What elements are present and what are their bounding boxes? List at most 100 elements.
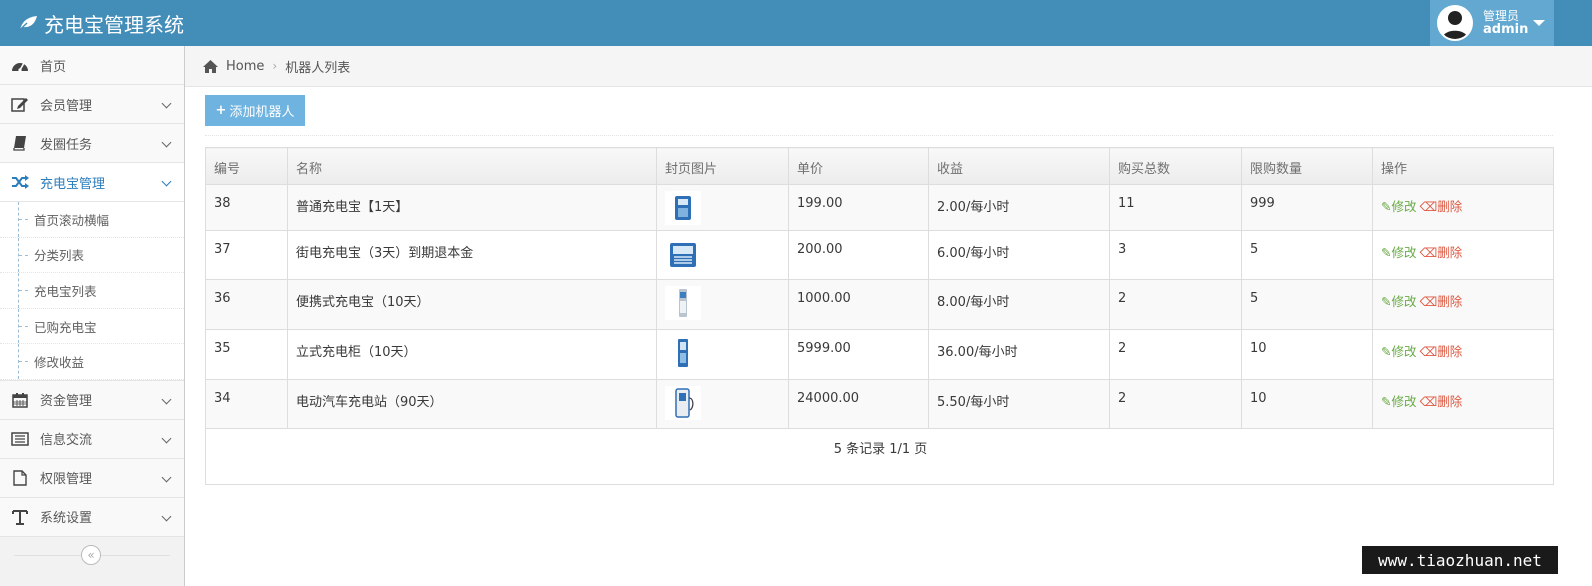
edit-link[interactable]: ✎修改: [1381, 245, 1417, 260]
cell-name: 街电充电宝（3天）到期退本金: [287, 230, 657, 280]
chevron-down-icon: [161, 137, 172, 148]
edit-icon: [10, 95, 30, 113]
sidebar-item-powerbank[interactable]: 充电宝管理: [0, 163, 184, 202]
trash-icon: ⌫: [1419, 294, 1438, 309]
add-robot-button[interactable]: + 添加机器人: [205, 95, 305, 126]
cell-income: 2.00/每小时: [928, 184, 1110, 231]
cell-cover: [656, 230, 789, 280]
table-row: 36 便携式充电宝（10天） 1000.00 8.00/每小时 2 5 ✎修改 ⌫…: [205, 279, 1554, 330]
robot-table: 编号 名称 封页图片 单价 收益 购买总数 限购数量 操作 38 普通充电宝【1…: [205, 147, 1554, 429]
column-header-total: 购买总数: [1109, 147, 1242, 185]
cell-income: 6.00/每小时: [928, 230, 1110, 280]
chevron-down-icon: [161, 433, 172, 444]
pencil-icon: ✎: [1381, 294, 1392, 309]
cell-total: 2: [1109, 329, 1242, 380]
chevron-right-icon: ›: [272, 59, 278, 73]
cell-actions: ✎修改 ⌫删除: [1372, 329, 1554, 380]
cell-actions: ✎修改 ⌫删除: [1372, 184, 1554, 231]
powerbank-thumbnail-image[interactable]: [665, 336, 701, 370]
plus-icon: +: [215, 103, 227, 118]
sidebar-item-label: 信息交流: [40, 433, 93, 449]
caret-down-icon[interactable]: [1533, 20, 1545, 26]
chevron-down-icon: [161, 511, 172, 522]
file-icon: [10, 469, 30, 487]
trash-icon: ⌫: [1419, 394, 1438, 409]
submenu-item-purchased[interactable]: 已购充电宝: [0, 308, 184, 345]
sidebar-item-funds[interactable]: 资金管理: [0, 380, 184, 420]
double-chevron-left-icon[interactable]: «: [81, 545, 101, 565]
cell-actions: ✎修改 ⌫删除: [1372, 379, 1554, 429]
sidebar-item-label: 首页: [40, 59, 67, 75]
cell-price: 5999.00: [788, 329, 929, 380]
trash-icon: ⌫: [1419, 245, 1438, 260]
table-row: 35 立式充电柜（10天） 5999.00 36.00/每小时 2 10 ✎修改…: [205, 329, 1554, 380]
edit-link[interactable]: ✎修改: [1381, 344, 1417, 359]
column-header-cover: 封页图片: [656, 147, 789, 185]
sidebar-item-messages[interactable]: 信息交流: [0, 419, 184, 459]
powerbank-thumbnail-image[interactable]: [665, 286, 701, 320]
calendar-icon: [10, 391, 30, 409]
pencil-icon: ✎: [1381, 245, 1392, 260]
breadcrumb-current: 机器人列表: [285, 60, 351, 76]
cell-name: 电动汽车充电站（90天）: [287, 379, 657, 429]
cell-cover: [656, 279, 789, 330]
cell-actions: ✎修改 ⌫删除: [1372, 230, 1554, 280]
text-icon: [10, 508, 30, 526]
delete-link[interactable]: ⌫删除: [1420, 344, 1463, 359]
powerbank-thumbnail-image[interactable]: [665, 237, 701, 271]
breadcrumb: Home › 机器人列表: [185, 46, 1592, 87]
cell-name: 普通充电宝【1天】: [287, 184, 657, 231]
user-menu[interactable]: 管理员 admin: [1430, 0, 1554, 46]
edit-link[interactable]: ✎修改: [1381, 394, 1417, 409]
sidebar-item-home[interactable]: 首页: [0, 46, 184, 85]
delete-link[interactable]: ⌫删除: [1420, 294, 1463, 309]
cell-income: 5.50/每小时: [928, 379, 1110, 429]
book-icon: [10, 134, 30, 152]
submenu-item-banner[interactable]: 首页滚动横幅: [0, 202, 184, 238]
sidebar-item-tasks[interactable]: 发圈任务: [0, 124, 184, 163]
cell-id: 34: [205, 379, 288, 429]
trash-icon: ⌫: [1419, 344, 1438, 359]
delete-link[interactable]: ⌫删除: [1420, 245, 1463, 260]
submenu-item-powerbank-list[interactable]: 充电宝列表: [0, 273, 184, 309]
chevron-down-icon: [161, 472, 172, 483]
cell-cover: [656, 329, 789, 380]
pencil-icon: ✎: [1381, 344, 1392, 359]
cell-price: 199.00: [788, 184, 929, 231]
edit-link[interactable]: ✎修改: [1381, 199, 1417, 214]
cell-income: 36.00/每小时: [928, 329, 1110, 380]
column-header-id: 编号: [205, 147, 288, 185]
submenu-item-categories[interactable]: 分类列表: [0, 237, 184, 274]
delete-link[interactable]: ⌫删除: [1420, 199, 1463, 214]
chevron-down-icon: [161, 98, 172, 109]
submenu-item-edit-income[interactable]: 修改收益: [0, 344, 184, 380]
edit-link[interactable]: ✎修改: [1381, 294, 1417, 309]
cell-cover: [656, 184, 789, 231]
pencil-icon: ✎: [1381, 199, 1392, 214]
sidebar-item-label: 充电宝管理: [40, 176, 106, 192]
leaf-icon: [18, 16, 37, 31]
home-icon[interactable]: [202, 59, 219, 74]
cell-price: 200.00: [788, 230, 929, 280]
cell-income: 8.00/每小时: [928, 279, 1110, 330]
table-row: 37 街电充电宝（3天）到期退本金 200.00 6.00/每小时 3 5 ✎修…: [205, 230, 1554, 280]
sidebar-item-label: 会员管理: [40, 98, 93, 114]
cell-total: 2: [1109, 279, 1242, 330]
user-role: 管理员: [1483, 9, 1520, 23]
brand[interactable]: 充电宝管理系统: [18, 0, 184, 46]
trash-icon: ⌫: [1419, 199, 1438, 214]
column-header-actions: 操作: [1372, 147, 1554, 185]
sidebar-item-settings[interactable]: 系统设置: [0, 497, 184, 537]
delete-link[interactable]: ⌫删除: [1420, 394, 1463, 409]
sidebar-item-permissions[interactable]: 权限管理: [0, 458, 184, 498]
shuffle-icon: [10, 173, 30, 191]
cell-total: 2: [1109, 379, 1242, 429]
powerbank-thumbnail-image[interactable]: [665, 191, 701, 225]
cell-limit: 999: [1241, 184, 1373, 231]
sidebar-item-members[interactable]: 会员管理: [0, 85, 184, 124]
cell-limit: 5: [1241, 279, 1373, 330]
table-row: 38 普通充电宝【1天】 199.00 2.00/每小时 11 999 ✎修改 ⌫…: [205, 184, 1554, 231]
column-header-price: 单价: [788, 147, 929, 185]
powerbank-thumbnail-image[interactable]: [665, 386, 701, 420]
breadcrumb-home[interactable]: Home: [226, 59, 264, 74]
